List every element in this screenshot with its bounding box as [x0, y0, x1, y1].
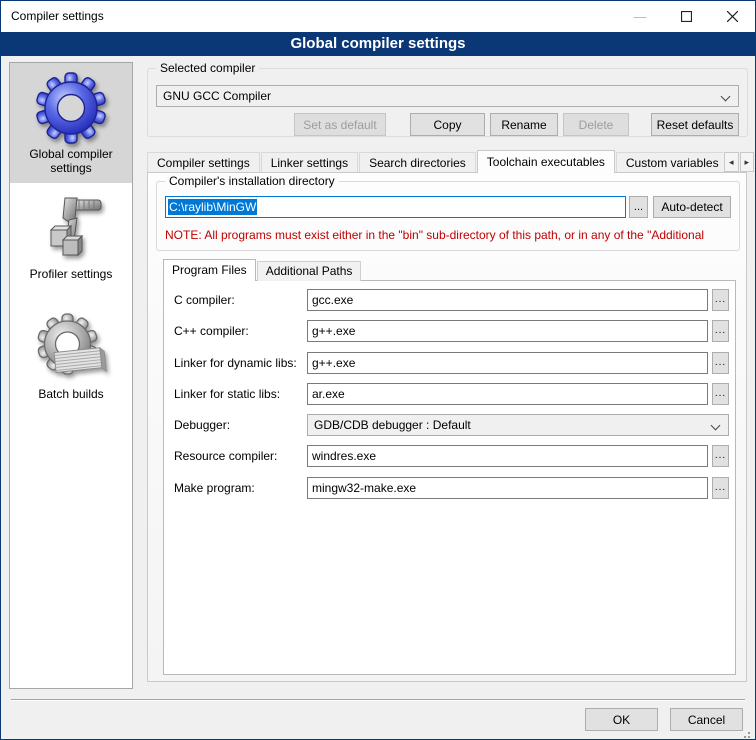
bin-subdirectory-note: NOTE: All programs must exist either in …	[165, 228, 737, 242]
installation-directory-browse-button[interactable]: ...	[629, 196, 648, 218]
title-bar: Compiler settings —	[1, 1, 755, 32]
debugger-label: Debugger:	[174, 414, 230, 436]
footer-divider	[11, 699, 745, 701]
tab-scroll-right-icon[interactable]: ▸	[740, 152, 755, 172]
make-program-label: Make program:	[174, 477, 255, 499]
installation-directory-value: C:\raylib\MinGW	[168, 199, 257, 215]
rename-button[interactable]: Rename	[490, 113, 558, 136]
installation-directory-group: Compiler's installation directory C:\ray…	[156, 181, 740, 251]
c-compiler-browse-button[interactable]: ...	[712, 289, 729, 311]
cancel-button[interactable]: Cancel	[670, 708, 743, 731]
close-button[interactable]	[709, 1, 755, 32]
cpp-compiler-input[interactable]	[307, 320, 708, 342]
delete-button[interactable]: Delete	[563, 113, 629, 136]
tab-scroll-buttons: ◂ ▸	[724, 152, 755, 172]
dialog-heading: Global compiler settings	[1, 32, 755, 56]
linker-static-input[interactable]	[307, 383, 708, 405]
cpp-compiler-browse-button[interactable]: ...	[712, 320, 729, 342]
c-compiler-input[interactable]	[307, 289, 708, 311]
caliper-icon	[35, 192, 107, 264]
minimize-button[interactable]: —	[617, 1, 663, 32]
dialog-body: Global compiler settings	[1, 56, 755, 739]
compiler-select-value: GNU GCC Compiler	[163, 89, 271, 103]
linker-dynamic-input[interactable]	[307, 352, 708, 374]
compiler-settings-dialog: Compiler settings — Global compiler sett…	[0, 0, 756, 740]
tab-custom-variables[interactable]: Custom variables	[616, 152, 723, 173]
sidebar-item-label: Profiler settings	[30, 267, 113, 281]
installation-directory-input[interactable]: C:\raylib\MinGW	[165, 196, 626, 218]
sidebar-item-batch-builds[interactable]: Batch builds	[10, 303, 132, 423]
program-files-page: C compiler: ... C++ compiler: ... Linker…	[163, 280, 736, 675]
selected-compiler-group: Selected compiler GNU GCC Compiler Set a…	[147, 68, 748, 137]
linker-static-browse-button[interactable]: ...	[712, 383, 729, 405]
make-program-input[interactable]	[307, 477, 708, 499]
toolchain-executables-page: Compiler's installation directory C:\ray…	[147, 172, 747, 682]
resize-grip[interactable]	[748, 732, 750, 734]
sidebar-item-global-compiler-settings[interactable]: Global compiler settings	[10, 63, 132, 183]
debugger-select-value: GDB/CDB debugger : Default	[314, 418, 471, 432]
selected-compiler-group-label: Selected compiler	[156, 61, 259, 75]
gray-gear-stack-icon	[35, 312, 107, 384]
resource-compiler-input[interactable]	[307, 445, 708, 467]
debugger-select[interactable]: GDB/CDB debugger : Default	[307, 414, 729, 436]
set-as-default-button[interactable]: Set as default	[294, 113, 386, 136]
ok-button[interactable]: OK	[585, 708, 658, 731]
chevron-down-icon	[711, 421, 721, 431]
window-title: Compiler settings	[1, 1, 617, 32]
resource-compiler-browse-button[interactable]: ...	[712, 445, 729, 467]
installation-directory-row: C:\raylib\MinGW ... Auto-detect	[165, 196, 731, 218]
blue-gear-icon	[35, 72, 107, 144]
tab-compiler-settings[interactable]: Compiler settings	[147, 152, 260, 173]
installation-directory-group-label: Compiler's installation directory	[165, 174, 339, 188]
tab-toolchain-executables[interactable]: Toolchain executables	[477, 150, 615, 173]
cpp-compiler-label: C++ compiler:	[174, 320, 249, 342]
sidebar-item-profiler-settings[interactable]: Profiler settings	[10, 183, 132, 303]
compiler-select[interactable]: GNU GCC Compiler	[156, 85, 739, 107]
chevron-down-icon	[721, 92, 731, 102]
minimize-icon: —	[634, 9, 647, 24]
close-icon	[727, 11, 738, 22]
program-files-tab-bar: Program Files Additional Paths	[163, 259, 362, 281]
resource-compiler-label: Resource compiler:	[174, 445, 277, 467]
linker-dynamic-browse-button[interactable]: ...	[712, 352, 729, 374]
copy-button[interactable]: Copy	[410, 113, 485, 136]
tab-scroll-left-icon[interactable]: ◂	[724, 152, 739, 172]
tab-linker-settings[interactable]: Linker settings	[261, 152, 358, 173]
linker-dynamic-label: Linker for dynamic libs:	[174, 352, 297, 374]
tab-additional-paths[interactable]: Additional Paths	[257, 261, 362, 281]
tab-program-files[interactable]: Program Files	[163, 259, 256, 281]
compiler-buttons-row: Set as default Copy Rename Delete Reset …	[156, 113, 739, 136]
settings-tab-bar: Compiler settings Linker settings Search…	[147, 150, 723, 173]
sidebar-item-label: Batch builds	[38, 387, 103, 401]
auto-detect-button[interactable]: Auto-detect	[653, 196, 731, 218]
settings-category-list: Global compiler settings	[9, 62, 133, 689]
sidebar-item-label: Global compiler settings	[19, 147, 123, 175]
tab-search-directories[interactable]: Search directories	[359, 152, 476, 173]
maximize-icon	[681, 11, 692, 22]
maximize-button[interactable]	[663, 1, 709, 32]
linker-static-label: Linker for static libs:	[174, 383, 280, 405]
c-compiler-label: C compiler:	[174, 289, 235, 311]
make-program-browse-button[interactable]: ...	[712, 477, 729, 499]
reset-defaults-button[interactable]: Reset defaults	[651, 113, 739, 136]
